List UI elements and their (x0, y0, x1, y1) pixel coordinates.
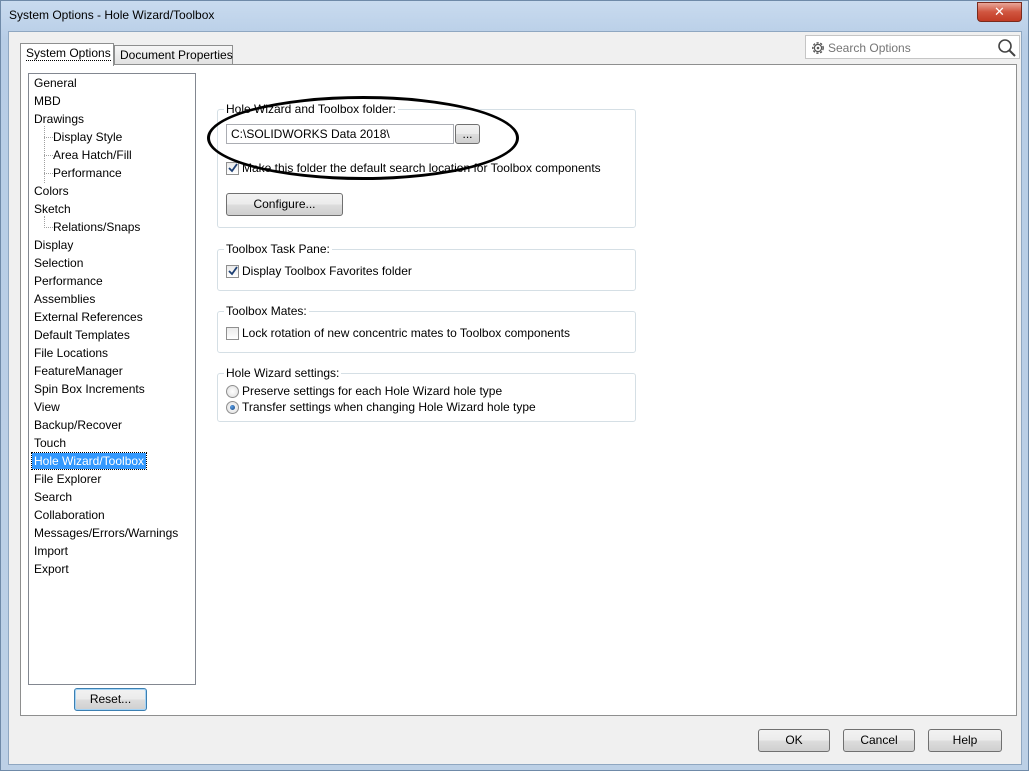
preserve-settings-radio[interactable] (226, 385, 239, 398)
tree-item-collaboration[interactable]: Collaboration (32, 507, 107, 523)
tree-item-drawings-performance[interactable]: Performance (51, 165, 124, 181)
tree-item-display[interactable]: Display (32, 237, 75, 253)
task-pane-group: Toolbox Task Pane: Display Toolbox Favor… (217, 242, 636, 291)
search-icon[interactable] (997, 38, 1017, 58)
reset-button[interactable]: Reset... (74, 688, 147, 711)
tree-item-backup-recover[interactable]: Backup/Recover (32, 417, 124, 433)
toolbox-folder-field[interactable]: C:\SOLIDWORKS Data 2018\ (226, 124, 454, 144)
tree-item-featuremanager[interactable]: FeatureManager (32, 363, 125, 379)
close-button[interactable]: ✕ (977, 2, 1022, 22)
window-title: System Options - Hole Wizard/Toolbox (9, 8, 215, 22)
tree-item-hole-wizard-toolbox[interactable]: Hole Wizard/Toolbox (30, 452, 148, 470)
transfer-settings-label[interactable]: Transfer settings when changing Hole Wiz… (242, 400, 536, 414)
tree-item-general[interactable]: General (32, 75, 79, 91)
tab-system-options[interactable]: System Options (20, 43, 114, 66)
lock-rotation-checkbox[interactable] (226, 327, 239, 340)
tree-item-assemblies[interactable]: Assemblies (32, 291, 97, 307)
tree-item-touch[interactable]: Touch (32, 435, 68, 451)
system-options-panel: General MBD Drawings Display Style Area … (20, 64, 1017, 716)
title-bar[interactable]: System Options - Hole Wizard/Toolbox ✕ (1, 1, 1028, 31)
browse-folder-button[interactable]: ... (455, 124, 480, 144)
mates-group: Toolbox Mates: Lock rotation of new conc… (217, 304, 636, 353)
tree-item-area-hatch-fill[interactable]: Area Hatch/Fill (51, 147, 134, 163)
lock-rotation-label[interactable]: Lock rotation of new concentric mates to… (242, 326, 570, 340)
search-box[interactable] (805, 35, 1020, 59)
tree-item-file-explorer[interactable]: File Explorer (32, 471, 103, 487)
tree-item-sketch[interactable]: Sketch (32, 201, 73, 217)
options-tree[interactable]: General MBD Drawings Display Style Area … (28, 73, 196, 685)
tab-document-properties[interactable]: Document Properties (114, 45, 233, 65)
configure-button[interactable]: Configure... (226, 193, 343, 216)
tree-item-search[interactable]: Search (32, 489, 74, 505)
tree-item-colors[interactable]: Colors (32, 183, 71, 199)
preserve-settings-label[interactable]: Preserve settings for each Hole Wizard h… (242, 384, 502, 398)
tree-item-view[interactable]: View (32, 399, 62, 415)
tree-item-spin-box-increments[interactable]: Spin Box Increments (32, 381, 147, 397)
default-search-label[interactable]: Make this folder the default search loca… (242, 161, 601, 175)
checkmark-icon (228, 163, 238, 173)
default-search-checkbox[interactable] (226, 162, 239, 175)
folder-group: Hole Wizard and Toolbox folder: C:\SOLID… (217, 102, 636, 228)
hole-wizard-group-label: Hole Wizard settings: (224, 366, 342, 380)
hole-wizard-group: Hole Wizard settings: Preserve settings … (217, 366, 636, 422)
favorites-label[interactable]: Display Toolbox Favorites folder (242, 264, 412, 278)
tree-item-file-locations[interactable]: File Locations (32, 345, 110, 361)
help-button[interactable]: Help (928, 729, 1002, 752)
tree-item-relations-snaps[interactable]: Relations/Snaps (51, 219, 142, 235)
close-icon: ✕ (994, 4, 1005, 19)
tree-item-display-style[interactable]: Display Style (51, 129, 124, 145)
tree-item-performance[interactable]: Performance (32, 273, 105, 289)
tree-item-default-templates[interactable]: Default Templates (32, 327, 132, 343)
radio-selected-dot (230, 405, 235, 410)
ok-button[interactable]: OK (758, 729, 830, 752)
system-options-window: System Options - Hole Wizard/Toolbox ✕ S… (0, 0, 1029, 771)
tree-item-messages-errors-warnings[interactable]: Messages/Errors/Warnings (32, 525, 180, 541)
transfer-settings-radio[interactable] (226, 401, 239, 414)
search-input[interactable] (826, 39, 991, 56)
task-pane-group-label: Toolbox Task Pane: (224, 242, 332, 256)
tree-item-selection[interactable]: Selection (32, 255, 85, 271)
tree-item-external-references[interactable]: External References (32, 309, 145, 325)
tree-item-export[interactable]: Export (32, 561, 71, 577)
tree-item-mbd[interactable]: MBD (32, 93, 63, 109)
gear-icon[interactable] (810, 40, 826, 56)
tree-item-import[interactable]: Import (32, 543, 70, 559)
dialog-client-area: System Options Document Properties Searc… (8, 31, 1022, 765)
tree-item-drawings[interactable]: Drawings (32, 111, 86, 127)
mates-group-label: Toolbox Mates: (224, 304, 309, 318)
folder-group-label: Hole Wizard and Toolbox folder: (224, 102, 398, 116)
cancel-button[interactable]: Cancel (843, 729, 915, 752)
checkmark-icon (228, 266, 238, 276)
favorites-checkbox[interactable] (226, 265, 239, 278)
